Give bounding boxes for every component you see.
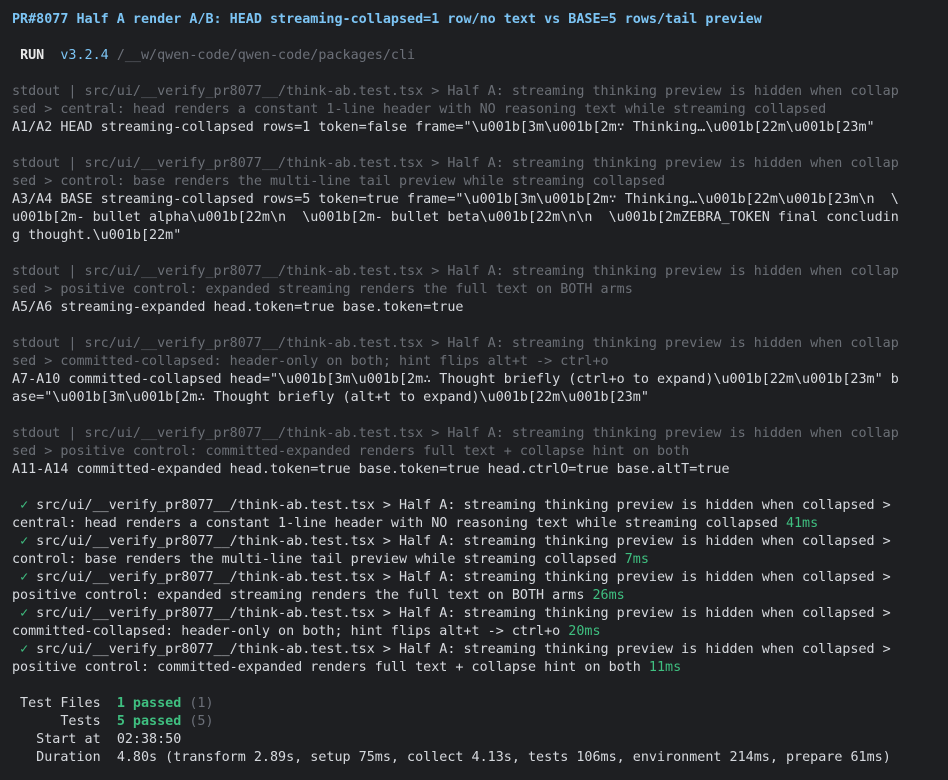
stdout-body-line: A1/A2 HEAD streaming-collapsed rows=1 to…	[12, 120, 875, 135]
stdout-block: stdout | src/ui/__verify_pr8077__/think-…	[12, 335, 948, 407]
check-icon: ✓	[20, 642, 29, 657]
stdout-block: stdout | src/ui/__verify_pr8077__/think-…	[12, 83, 948, 137]
stdout-header-line: sed > control: base renders the multi-li…	[12, 174, 666, 189]
working-directory: /__w/qwen-code/qwen-code/packages/cli	[116, 48, 416, 63]
test-files-label: Test Files	[12, 696, 117, 711]
stdout-body-line: ase="\u001b[3m\u001b[2m∴ Thought briefly…	[12, 390, 649, 405]
check-icon: ✓	[20, 498, 29, 513]
test-result-path: src/ui/__verify_pr8077__/think-ab.test.t…	[28, 534, 891, 549]
run-label: RUN	[20, 48, 45, 63]
test-result-name: committed-collapsed: header-only on both…	[12, 624, 569, 639]
tests-total: (5)	[181, 714, 214, 729]
test-duration: 11ms	[648, 660, 682, 675]
stdout-header-line: sed > positive control: committed-expand…	[12, 444, 690, 459]
test-result-item: ✓ src/ui/__verify_pr8077__/think-ab.test…	[12, 569, 948, 605]
stdout-header-line: stdout | src/ui/__verify_pr8077__/think-…	[12, 426, 899, 441]
run-header: RUN v3.2.4 /__w/qwen-code/qwen-code/pack…	[12, 47, 948, 65]
stdout-header-line: stdout | src/ui/__verify_pr8077__/think-…	[12, 336, 899, 351]
duration-label: Duration	[12, 750, 117, 765]
test-result-item: ✓ src/ui/__verify_pr8077__/think-ab.test…	[12, 533, 948, 569]
tests-passed: 5 passed	[116, 714, 182, 729]
stdout-header-line: stdout | src/ui/__verify_pr8077__/think-…	[12, 84, 899, 99]
test-files-passed: 1 passed	[116, 696, 182, 711]
version-label: v3.2.4	[60, 48, 109, 63]
check-icon: ✓	[20, 534, 29, 549]
stdout-body-line: u001b[2m- bullet alpha\u001b[22m\n \u001…	[12, 210, 899, 225]
tests-label: Tests	[12, 714, 117, 729]
test-result-name: positive control: expanded streaming ren…	[12, 588, 593, 603]
start-at-value: 02:38:50	[116, 732, 182, 747]
stdout-body-line: A11-A14 committed-expanded head.token=tr…	[12, 462, 730, 477]
stdout-body-line: A3/A4 BASE streaming-collapsed rows=5 to…	[12, 192, 899, 207]
stdout-body-line: A5/A6 streaming-expanded head.token=true…	[12, 300, 464, 315]
stdout-header-line: sed > positive control: expanded streami…	[12, 282, 633, 297]
stdout-header-line: sed > central: head renders a constant 1…	[12, 102, 827, 117]
stdout-header-line: stdout | src/ui/__verify_pr8077__/think-…	[12, 156, 899, 171]
test-result-name: control: base renders the multi-line tai…	[12, 552, 625, 567]
stdout-block: stdout | src/ui/__verify_pr8077__/think-…	[12, 263, 948, 317]
stdout-body-line: A7-A10 committed-collapsed head="\u001b[…	[12, 372, 899, 387]
test-result-item: ✓ src/ui/__verify_pr8077__/think-ab.test…	[12, 605, 948, 641]
stdout-body-line: g thought.\u001b[22m"	[12, 228, 182, 243]
test-result-path: src/ui/__verify_pr8077__/think-ab.test.t…	[28, 498, 891, 513]
test-results: ✓ src/ui/__verify_pr8077__/think-ab.test…	[12, 497, 948, 677]
stdout-block: stdout | src/ui/__verify_pr8077__/think-…	[12, 155, 948, 245]
check-icon: ✓	[20, 606, 29, 621]
test-result-path: src/ui/__verify_pr8077__/think-ab.test.t…	[28, 642, 891, 657]
test-result-path: src/ui/__verify_pr8077__/think-ab.test.t…	[28, 570, 891, 585]
duration-value: 4.80s (transform 2.89s, setup 75ms, coll…	[116, 750, 891, 765]
test-summary: Test Files 1 passed (1) Tests 5 passed (…	[12, 695, 948, 767]
test-result-item: ✓ src/ui/__verify_pr8077__/think-ab.test…	[12, 641, 948, 677]
test-duration: 20ms	[568, 624, 601, 639]
test-duration: 41ms	[785, 516, 819, 531]
test-result-path: src/ui/__verify_pr8077__/think-ab.test.t…	[28, 606, 891, 621]
terminal-output: PR#8077 Half A render A/B: HEAD streamin…	[0, 0, 948, 780]
test-duration: 7ms	[624, 552, 649, 567]
test-result-name: positive control: committed-expanded ren…	[12, 660, 649, 675]
test-duration: 26ms	[592, 588, 625, 603]
stdout-header-line: sed > committed-collapsed: header-only o…	[12, 354, 609, 369]
stdout-header-line: stdout | src/ui/__verify_pr8077__/think-…	[12, 264, 899, 279]
check-icon: ✓	[20, 570, 29, 585]
test-result-name: central: head renders a constant 1-line …	[12, 516, 786, 531]
test-files-total: (1)	[181, 696, 214, 711]
page-title: PR#8077 Half A render A/B: HEAD streamin…	[12, 12, 762, 27]
stdout-block: stdout | src/ui/__verify_pr8077__/think-…	[12, 425, 948, 479]
test-result-item: ✓ src/ui/__verify_pr8077__/think-ab.test…	[12, 497, 948, 533]
start-at-label: Start at	[12, 732, 117, 747]
